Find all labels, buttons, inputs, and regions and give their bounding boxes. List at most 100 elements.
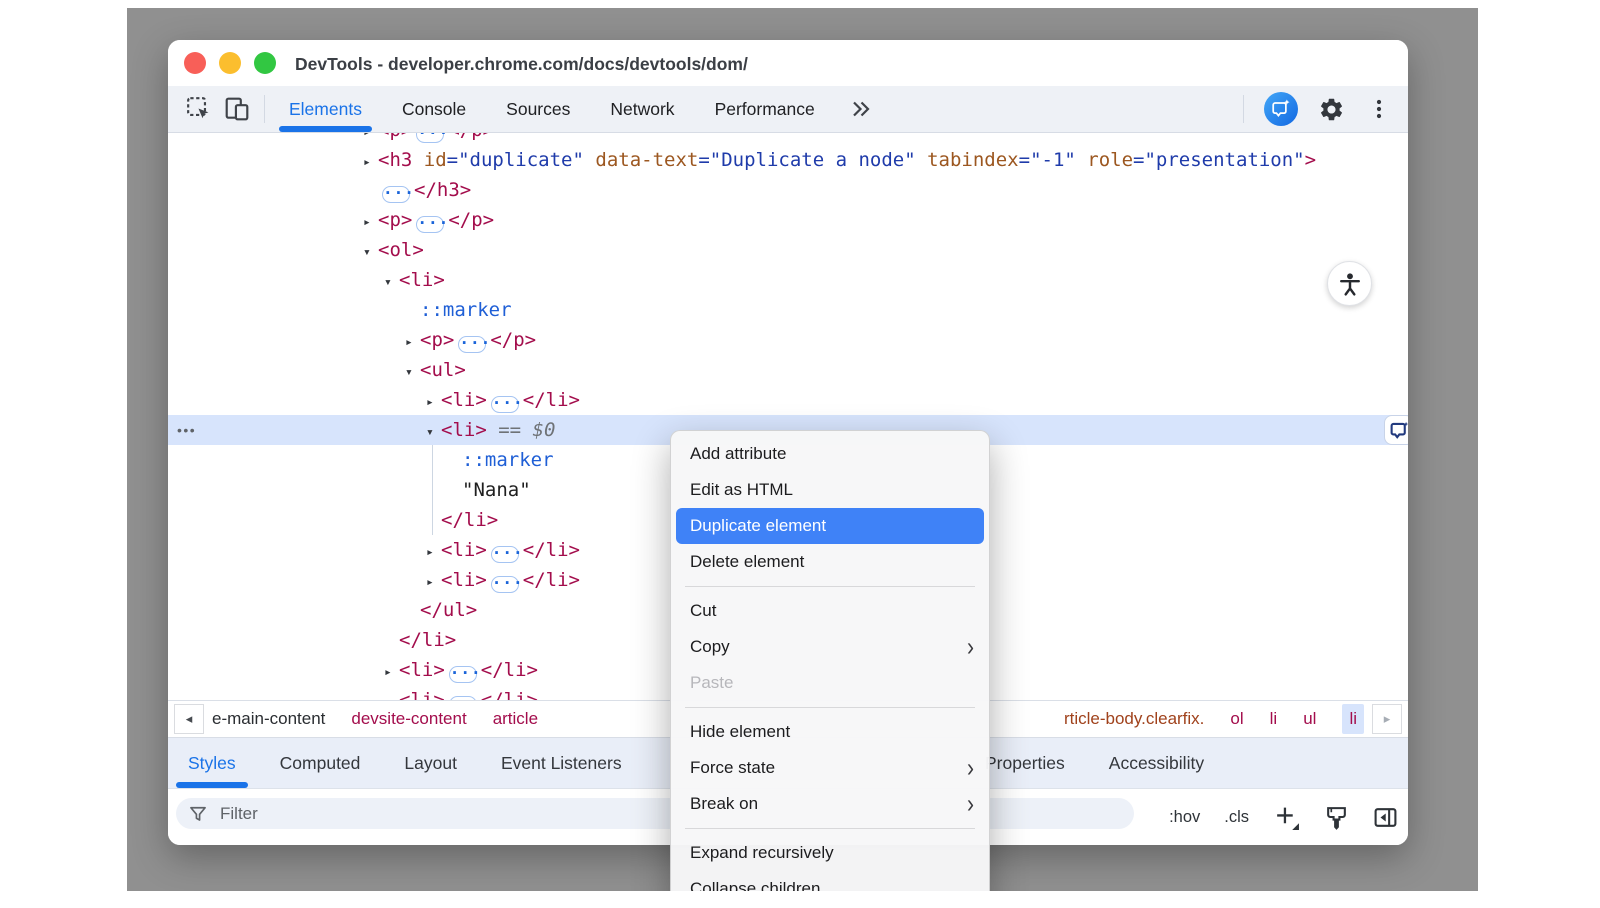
twisty-icon[interactable]: ▸ [384,688,399,700]
tab-sources[interactable]: Sources [506,86,570,132]
inline-expand-button[interactable]: ··· [416,133,444,143]
element-badge-icon[interactable] [1384,415,1408,445]
menu-item-edit-as-html[interactable]: Edit as HTML [676,472,984,508]
title-bar: DevTools - developer.chrome.com/docs/dev… [168,40,1408,86]
styles-filter[interactable] [176,798,1134,829]
breadcrumb-item-e-main-content[interactable]: e-main-content [212,709,325,729]
breadcrumb-item-li[interactable]: li [1270,709,1278,729]
menu-separator [685,707,975,708]
menu-item-force-state[interactable]: Force state› [676,750,984,786]
twisty-icon[interactable]: ▸ [363,148,378,178]
ai-assistant-icon[interactable] [1264,92,1298,126]
twisty-icon[interactable]: ▸ [363,208,378,238]
breadcrumb-item-article[interactable]: article [493,709,538,729]
menu-item-collapse-children[interactable]: Collapse children [676,871,984,891]
close-window-button[interactable] [184,52,206,74]
menu-item-label: Hide element [690,722,790,742]
code-token-tag: <li> [441,569,487,591]
breadcrumb-item-devsite-content[interactable]: devsite-content [351,709,466,729]
new-style-rule-icon[interactable] [1273,804,1300,831]
menu-item-expand-recursively[interactable]: Expand recursively [676,835,984,871]
inline-expand-button[interactable]: ··· [449,666,477,683]
inline-expand-button[interactable]: ··· [491,396,519,413]
code-token-tag: </li> [523,539,580,561]
breadcrumb-item-ul[interactable]: ul [1303,709,1316,729]
menu-item-paste[interactable]: Paste [676,665,984,701]
tab-performance[interactable]: Performance [715,86,815,132]
code-token-tag: </li> [523,569,580,591]
twisty-icon[interactable]: ▸ [426,538,441,568]
dom-tree-row[interactable]: ▸<li>···</li> [168,385,1408,415]
row-overflow-dots[interactable]: ••• [177,415,196,445]
breadcrumb-item-ol[interactable]: ol [1230,709,1243,729]
sidebar-tab-event-listeners[interactable]: Event Listeners [501,738,622,788]
dom-tree-row[interactable]: ···</h3> [168,175,1408,205]
minimize-window-button[interactable] [219,52,241,74]
twisty-icon[interactable]: ▸ [405,328,420,358]
twisty-icon[interactable]: ▾ [405,358,420,388]
inline-expand-button[interactable]: ··· [491,546,519,563]
menu-item-delete-element[interactable]: Delete element [676,544,984,580]
context-menu: Add attribute Edit as HTML Duplicate eleme… [670,430,990,891]
sidebar-tab-styles[interactable]: Styles [188,738,236,788]
dom-tree-row[interactable]: ▸<p>···</p> [168,325,1408,355]
code-token-tag: <li> [441,539,487,561]
zoom-window-button[interactable] [254,52,276,74]
tab-console[interactable]: Console [402,86,466,132]
code-token-attr: role [1076,149,1133,171]
twisty-icon[interactable]: ▸ [426,388,441,418]
breadcrumb-item-rticle-body-clearfix[interactable]: rticle-body.clearfix. [1064,709,1204,729]
back-arrow-icon[interactable]: ◂ [174,704,204,734]
code-token-attr: data-text [584,149,698,171]
inline-expand-button[interactable]: ··· [382,186,410,203]
accessibility-person-icon[interactable] [1327,261,1372,306]
menu-item-break-on[interactable]: Break on› [676,786,984,822]
tab-elements[interactable]: Elements [289,86,362,132]
kebab-menu-icon[interactable] [1364,94,1394,124]
inline-expand-button[interactable]: ··· [458,336,486,353]
code-token-dim: == [487,419,533,441]
sidebar-tab-properties[interactable]: Properties [985,738,1065,788]
menu-item-label: Edit as HTML [690,480,793,500]
code-token-tag: > [1305,149,1316,171]
twisty-icon[interactable]: ▾ [363,238,378,268]
settings-gear-icon[interactable] [1316,94,1346,124]
dom-tree-row[interactable]: ▸<p>···</p> [168,205,1408,235]
dom-tree-row[interactable]: ▸<h3 id="duplicate" data-text="Duplicate… [168,145,1408,175]
inline-expand-button[interactable]: ··· [416,216,444,233]
sidebar-tab-layout[interactable]: Layout [404,738,457,788]
inline-expand-button[interactable]: ··· [491,576,519,593]
rendering-brush-icon[interactable] [1324,805,1349,830]
dom-tree-row[interactable]: ▾<ol> [168,235,1408,265]
breadcrumb-item-li[interactable]: li [1342,704,1364,734]
code-token-tag: </li> [399,629,456,651]
twisty-icon[interactable]: ▾ [384,268,399,298]
twisty-icon[interactable]: ▸ [426,568,441,598]
menu-item-cut[interactable]: Cut [676,593,984,629]
more-tabs-icon[interactable] [849,97,873,121]
menu-item-copy[interactable]: Copy› [676,629,984,665]
menu-item-duplicate-element[interactable]: Duplicate element [676,508,984,544]
sidebar-tab-computed[interactable]: Computed [280,738,361,788]
dom-tree-row[interactable]: ▸<p>···</p> [168,133,1408,145]
twisty-icon[interactable]: ▾ [426,418,441,448]
dom-tree-row[interactable]: ▾<ul> [168,355,1408,385]
sidebar-tab-accessibility[interactable]: Accessibility [1109,738,1204,788]
class-button[interactable]: .cls [1224,808,1249,827]
menu-item-add-attribute[interactable]: Add attribute [676,436,984,472]
twisty-icon[interactable]: ▸ [384,658,399,688]
menu-item-hide-element[interactable]: Hide element [676,714,984,750]
device-toolbar-icon[interactable] [222,94,252,124]
dom-tree-row[interactable]: ▾<li> [168,265,1408,295]
toggle-sidebar-icon[interactable] [1373,805,1398,830]
tab-network[interactable]: Network [610,86,674,132]
menu-item-label: Force state [690,758,775,778]
inspect-icon[interactable] [184,94,214,124]
dom-tree-row[interactable]: ::marker [168,295,1408,325]
code-token-val: ="-1" [1019,149,1076,171]
code-token-tag: </p> [448,133,494,141]
code-token-tag: <li> [441,419,487,441]
pseudo-state-button[interactable]: :hov [1169,808,1200,827]
forward-arrow-icon[interactable]: ▸ [1372,704,1402,734]
code-token-tag: </li> [481,659,538,681]
